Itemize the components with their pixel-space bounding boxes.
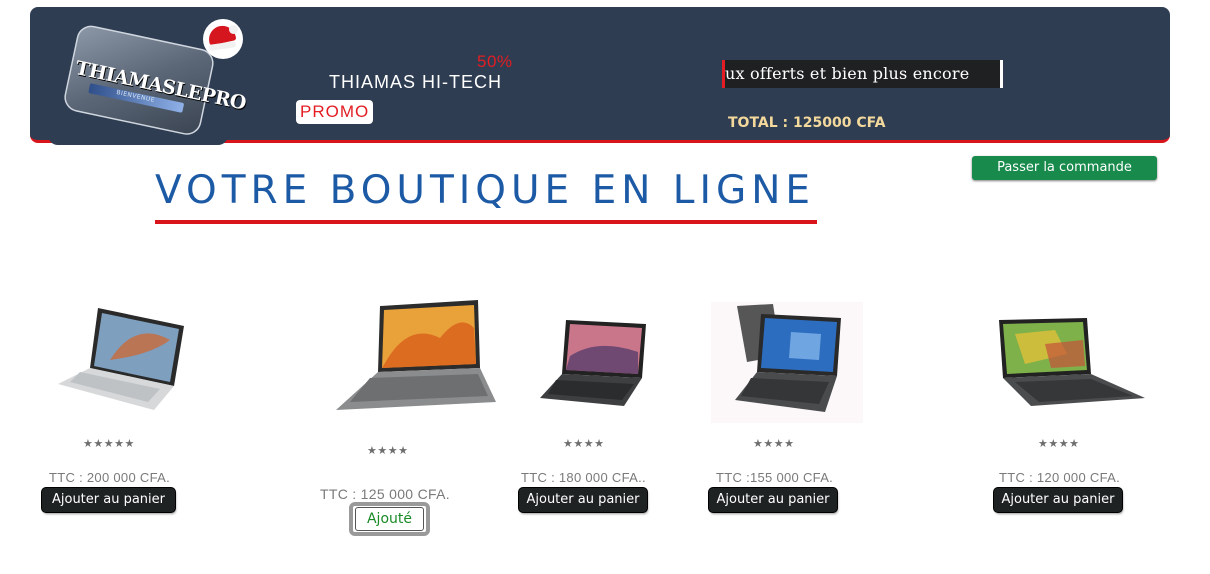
- laptop-image[interactable]: [538, 316, 650, 410]
- rating-stars: ★★★★: [563, 437, 605, 450]
- laptop-image[interactable]: [711, 302, 863, 423]
- add-to-cart-button[interactable]: Ajouter au panier: [994, 488, 1122, 512]
- rating-stars: ★★★★★: [83, 437, 135, 450]
- cart-total: TOTAL : 125000 CFA: [728, 115, 886, 131]
- rating-stars: ★★★★: [1038, 437, 1080, 450]
- product-price: TTC :155 000 CFA.: [716, 470, 834, 485]
- add-to-cart-button[interactable]: Ajouter au panier: [42, 488, 175, 512]
- promo-badge: PROMO: [296, 100, 374, 124]
- logo[interactable]: THIAMASLEPRO BIENVENUE: [48, 15, 248, 145]
- laptop-image[interactable]: [330, 298, 498, 418]
- add-to-cart-button[interactable]: Ajouter au panier: [709, 488, 837, 512]
- product-price: TTC : 120 000 CFA.: [999, 470, 1121, 485]
- place-order-button[interactable]: Passer la commande: [972, 156, 1157, 180]
- laptop-image[interactable]: [50, 300, 190, 415]
- rating-stars: ★★★★: [753, 437, 795, 450]
- rating-stars: ★★★★: [367, 444, 409, 457]
- header-banner: THIAMASLEPRO BIENVENUE 50% THIAMAS HI-TE…: [30, 7, 1170, 145]
- product-price: TTC : 125 000 CFA.: [320, 486, 450, 502]
- page-title: VOTRE BOUTIQUE EN LIGNE: [155, 168, 816, 213]
- marquee-text: ux offerts et bien plus encore: [725, 64, 970, 83]
- title-underline: [155, 220, 817, 224]
- product-price: TTC : 180 000 CFA..: [521, 470, 646, 485]
- discount-badge: 50%: [477, 52, 513, 71]
- scrolling-marquee: ux offerts et bien plus encore: [722, 60, 1003, 88]
- brand-name: THIAMAS HI-TECH: [329, 72, 503, 92]
- add-to-cart-button[interactable]: Ajouter au panier: [519, 488, 647, 512]
- product-price: TTC : 200 000 CFA.: [49, 470, 171, 485]
- laptop-image[interactable]: [995, 314, 1147, 408]
- added-to-cart-button[interactable]: Ajouté: [349, 502, 430, 536]
- santa-hat-icon: [203, 19, 243, 59]
